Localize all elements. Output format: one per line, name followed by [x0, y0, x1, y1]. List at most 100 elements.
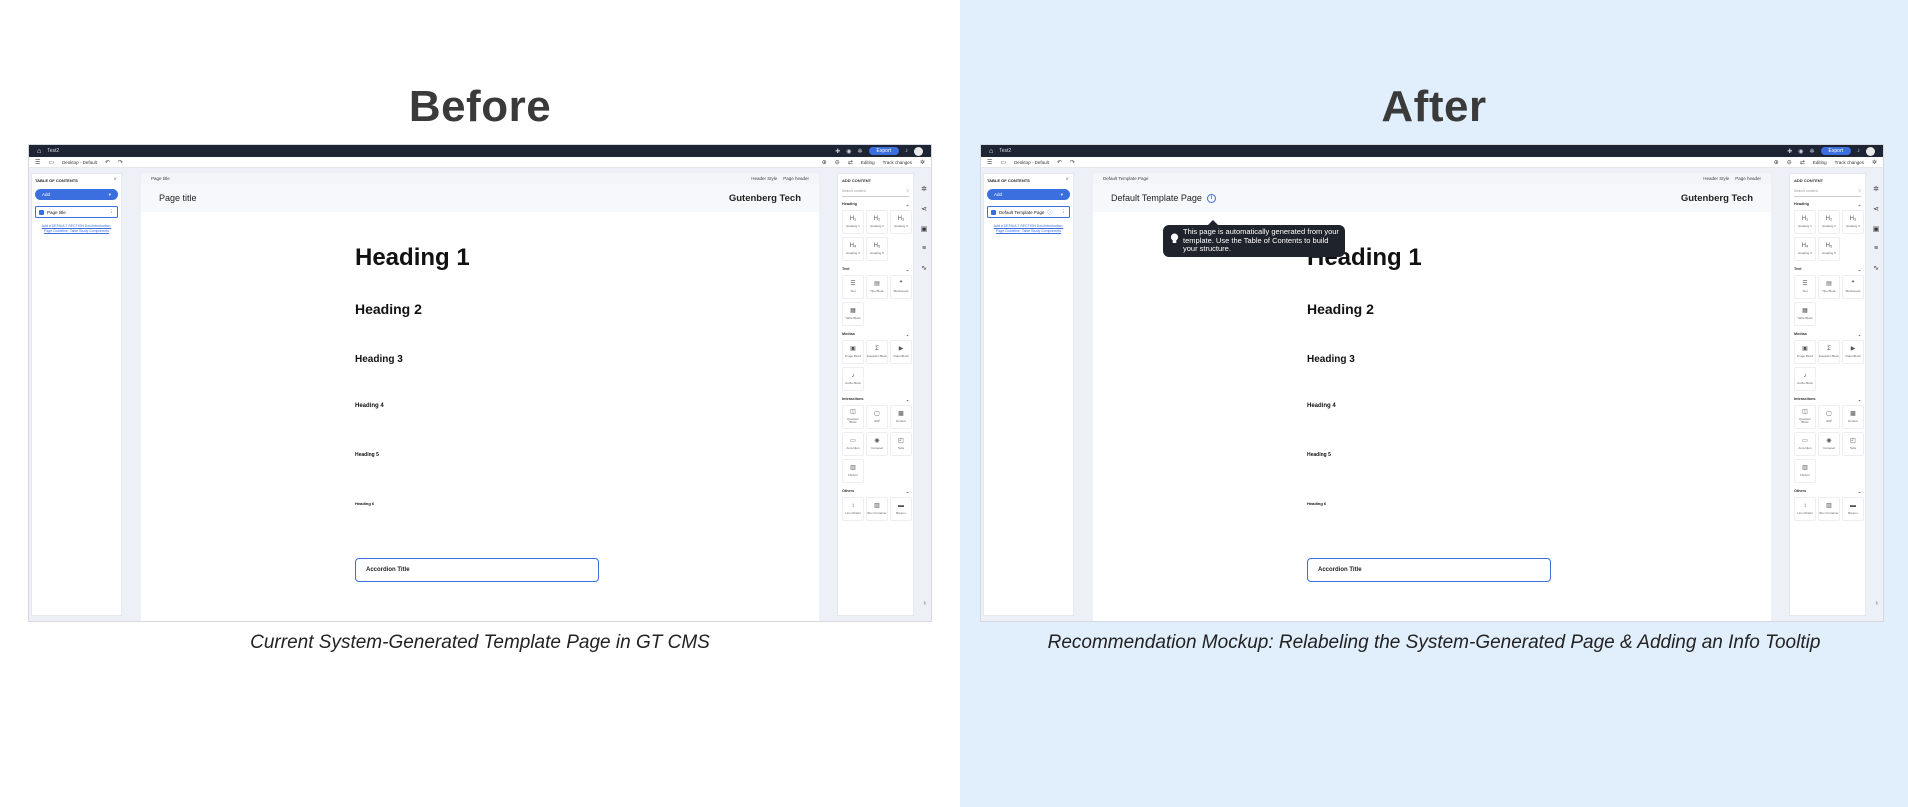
content-block[interactable]: ▦ Table Block: [842, 302, 864, 326]
content-block[interactable]: ▦ Table Block: [1794, 302, 1816, 326]
device-select[interactable]: Desktop - Default: [1014, 160, 1049, 165]
content-block[interactable]: ↕ Line Divider: [842, 497, 864, 521]
filter-icon[interactable]: ≡: [922, 245, 926, 252]
heading-3-block[interactable]: Heading 3: [1307, 354, 1355, 365]
content-block[interactable]: ◰ Tabs: [1842, 432, 1864, 456]
heading-2-block[interactable]: Heading 2: [355, 301, 422, 317]
content-block[interactable]: Σ Equation Block: [1818, 340, 1840, 364]
content-section-header[interactable]: Text ⌄: [838, 264, 913, 272]
save-icon[interactable]: ▣: [921, 225, 928, 233]
close-icon[interactable]: ×: [1065, 177, 1069, 183]
swap-icon[interactable]: ⇄: [848, 159, 853, 166]
comment-icon[interactable]: ▭: [1000, 159, 1006, 166]
search-input[interactable]: Search content ⚲: [1794, 189, 1861, 197]
close-icon[interactable]: ×: [113, 177, 117, 183]
header-style-select[interactable]: Page header: [1735, 176, 1761, 181]
share-icon[interactable]: ⋖: [921, 205, 927, 213]
heading-4-block[interactable]: Heading 4: [355, 403, 384, 409]
bell-icon[interactable]: ♪: [1857, 148, 1860, 154]
content-block[interactable]: ☰ Text: [1794, 275, 1816, 299]
track-changes-toggle[interactable]: Track changes: [1835, 160, 1864, 165]
content-section-header[interactable]: Others ⌄: [838, 486, 913, 494]
content-block[interactable]: ◫ Question Block: [842, 405, 864, 429]
content-block[interactable]: ❞ Blockquote: [890, 275, 912, 299]
export-button[interactable]: Export: [868, 147, 899, 155]
more-icon[interactable]: ⋮: [110, 209, 115, 215]
device-select[interactable]: Desktop - Default: [62, 160, 97, 165]
user-add-icon[interactable]: ✚: [1787, 148, 1792, 155]
content-block[interactable]: ▥ Flipbox: [842, 459, 864, 483]
info-icon[interactable]: ⓘ: [1047, 209, 1052, 216]
comment-icon[interactable]: ▭: [48, 159, 54, 166]
add-button[interactable]: Add ▾: [987, 189, 1070, 200]
redo-icon[interactable]: ↷: [1070, 159, 1075, 166]
toc-item-page[interactable]: Default Template Page ⓘ ⋮: [987, 206, 1070, 218]
content-block[interactable]: ▬ Banner: [1842, 497, 1864, 521]
zoom-out-icon[interactable]: ⊖: [835, 159, 840, 166]
content-block[interactable]: ▨ Box Container: [866, 497, 888, 521]
track-changes-toggle[interactable]: Track changes: [883, 160, 912, 165]
gear-icon[interactable]: ✲: [1872, 159, 1877, 166]
content-section-header[interactable]: Heading ⌄: [1790, 199, 1865, 207]
home-icon[interactable]: ⌂: [989, 148, 993, 155]
content-block[interactable]: ◉ Carousel: [866, 432, 888, 456]
activity-icon[interactable]: ∿: [921, 264, 927, 272]
accordion-block[interactable]: Accordion Title: [355, 558, 599, 582]
gear-icon[interactable]: ✲: [1873, 185, 1879, 193]
content-block[interactable]: ◰ Tabs: [890, 432, 912, 456]
content-block[interactable]: H₁ Heading 1: [1794, 210, 1816, 234]
content-block[interactable]: ▢ H5P: [866, 405, 888, 429]
activity-icon[interactable]: ∿: [1873, 264, 1879, 272]
undo-icon[interactable]: ↶: [105, 159, 110, 166]
content-block[interactable]: ▶ Video Block: [1842, 340, 1864, 364]
content-block[interactable]: ↕ Line Divider: [1794, 497, 1816, 521]
content-section-header[interactable]: Text ⌄: [1790, 264, 1865, 272]
content-block[interactable]: ▤ Tips Block: [1818, 275, 1840, 299]
content-block[interactable]: ▩ Embed: [1842, 405, 1864, 429]
preview-icon[interactable]: ◉: [846, 148, 851, 155]
user-add-icon[interactable]: ✚: [835, 148, 840, 155]
content-block[interactable]: ▥ Flipbox: [1794, 459, 1816, 483]
export-button[interactable]: Export: [1820, 147, 1851, 155]
filter-icon[interactable]: ≡: [1874, 245, 1878, 252]
home-icon[interactable]: ⌂: [37, 148, 41, 155]
swap-icon[interactable]: ⇄: [1800, 159, 1805, 166]
bell-icon[interactable]: ♪: [905, 148, 908, 154]
add-button[interactable]: Add ▾: [35, 189, 118, 200]
content-block[interactable]: H₂ Heading 2: [866, 210, 888, 234]
content-block[interactable]: ♪ Audio Block: [1794, 367, 1816, 391]
list-icon[interactable]: ☰: [35, 159, 40, 166]
save-icon[interactable]: ▣: [1873, 225, 1880, 233]
content-block[interactable]: ◫ Question Block: [1794, 405, 1816, 429]
content-block[interactable]: H₅ Heading 5: [1818, 237, 1840, 261]
heading-5-block[interactable]: Heading 5: [1307, 452, 1331, 458]
page-title[interactable]: Default Template Page: [1111, 193, 1202, 203]
more-icon[interactable]: ⋮: [1062, 209, 1067, 215]
preview-icon[interactable]: ◉: [1798, 148, 1803, 155]
content-block[interactable]: H₃ Heading 3: [890, 210, 912, 234]
list-icon[interactable]: ☰: [987, 159, 992, 166]
content-block[interactable]: ▩ Embed: [890, 405, 912, 429]
content-section-header[interactable]: Interactions ⌄: [1790, 394, 1865, 402]
content-block[interactable]: ▬ Banner: [890, 497, 912, 521]
content-section-header[interactable]: Medias ⌄: [1790, 329, 1865, 337]
content-block[interactable]: H₃ Heading 3: [1842, 210, 1864, 234]
share-icon[interactable]: ⋖: [1873, 205, 1879, 213]
content-block[interactable]: ▢ H5P: [1818, 405, 1840, 429]
gear-icon[interactable]: ✲: [920, 159, 925, 166]
content-block[interactable]: ☰ Text: [842, 275, 864, 299]
content-block[interactable]: ▶ Video Block: [890, 340, 912, 364]
content-block[interactable]: ▣ Image Block: [842, 340, 864, 364]
content-block[interactable]: H₄ Heading 4: [842, 237, 864, 261]
page-title[interactable]: Page title: [159, 193, 197, 203]
heading-3-block[interactable]: Heading 3: [355, 354, 403, 365]
avatar[interactable]: [914, 146, 923, 156]
gear-icon[interactable]: ✲: [858, 148, 863, 155]
content-block[interactable]: ▣ Image Block: [1794, 340, 1816, 364]
search-input[interactable]: Search content ⚲: [842, 189, 909, 197]
content-section-header[interactable]: Others ⌄: [1790, 486, 1865, 494]
content-block[interactable]: ▤ Tips Block: [866, 275, 888, 299]
toc-item-page[interactable]: Page title ⋮: [35, 206, 118, 218]
avatar[interactable]: [1866, 146, 1875, 156]
undo-icon[interactable]: ↶: [1057, 159, 1062, 166]
